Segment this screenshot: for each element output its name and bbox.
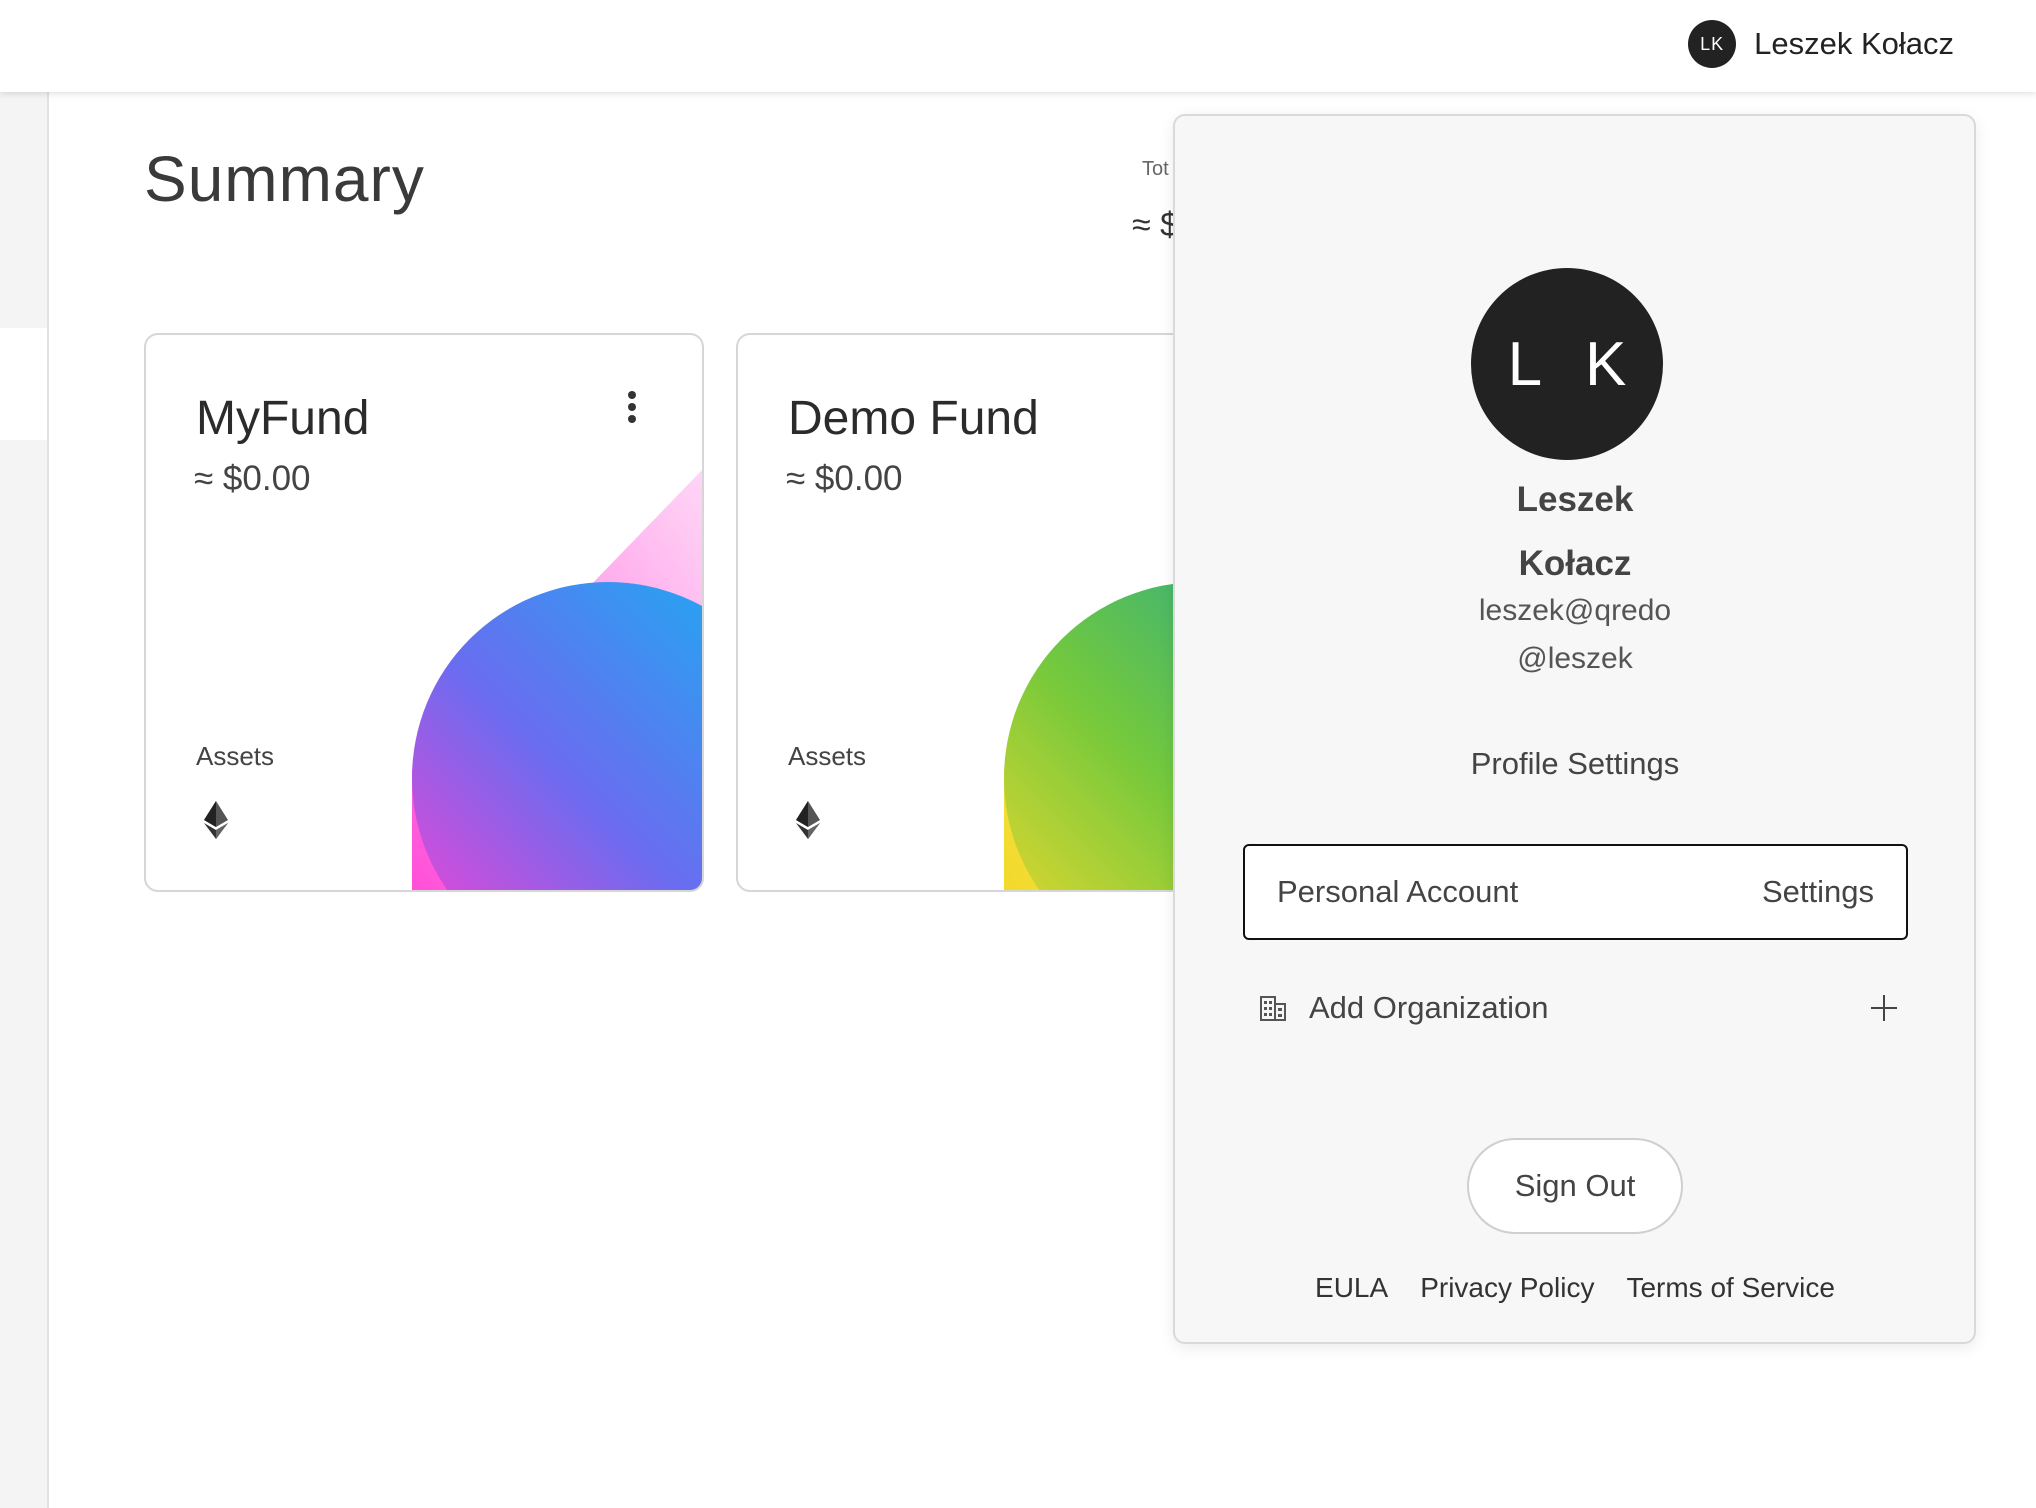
assets-label: Assets	[788, 741, 867, 771]
account-name: Personal Account	[1277, 874, 1519, 909]
user-name: Leszek Kołacz	[1754, 26, 1954, 61]
sidebar-item-active[interactable]	[0, 328, 47, 440]
profile-popover: L K Leszek Kołacz leszek@qredo @leszek P…	[1173, 114, 1976, 1344]
profile-avatar: L K	[1471, 268, 1663, 460]
profile-settings-link[interactable]: Profile Settings	[1175, 746, 1975, 782]
personal-account-row[interactable]: Personal Account Settings	[1243, 844, 1908, 940]
assets-label: Assets	[196, 741, 275, 771]
avatar: LK	[1688, 20, 1737, 68]
add-organization-button[interactable]: Add Organization	[1259, 978, 1899, 1038]
fund-value: ≈ $0.00	[194, 459, 311, 498]
plus-icon[interactable]	[1869, 993, 1899, 1023]
user-menu-button[interactable]: LK Leszek Kołacz	[1688, 18, 1954, 70]
ethereum-icon	[204, 801, 228, 839]
fund-name: MyFund	[196, 392, 370, 445]
total-label: Tot	[1142, 158, 1169, 180]
profile-email: leszek@qredo	[1478, 594, 1672, 627]
profile-first-name: Leszek	[1516, 480, 1634, 519]
eula-link[interactable]: EULA	[1315, 1272, 1388, 1304]
total-value: ≈ $	[1132, 206, 1180, 244]
privacy-policy-link[interactable]: Privacy Policy	[1420, 1272, 1594, 1304]
terms-of-service-link[interactable]: Terms of Service	[1626, 1272, 1835, 1304]
building-icon	[1260, 996, 1286, 1021]
fund-card[interactable]: MyFund ≈ $0.00 Assets	[144, 333, 704, 892]
profile-name: Leszek Kołacz	[1175, 468, 1975, 596]
page-title: Summary	[144, 143, 425, 215]
ethereum-icon	[796, 801, 820, 839]
sidebar	[0, 92, 49, 1508]
popover-footer-links: EULA Privacy Policy Terms of Service	[1175, 1272, 1975, 1304]
add-organization-label: Add Organization	[1309, 990, 1549, 1025]
top-bar: LK Leszek Kołacz	[0, 0, 2036, 92]
profile-handle: @leszek	[1517, 642, 1633, 675]
sign-out-button[interactable]: Sign Out	[1467, 1138, 1683, 1234]
more-options-icon[interactable]	[622, 387, 642, 427]
account-settings-link[interactable]: Settings	[1762, 874, 1874, 910]
fund-value: ≈ $0.00	[786, 459, 903, 498]
fund-art-decoration	[412, 470, 702, 890]
fund-name: Demo Fund	[788, 392, 1039, 445]
profile-last-name: Kołacz	[1518, 544, 1632, 583]
